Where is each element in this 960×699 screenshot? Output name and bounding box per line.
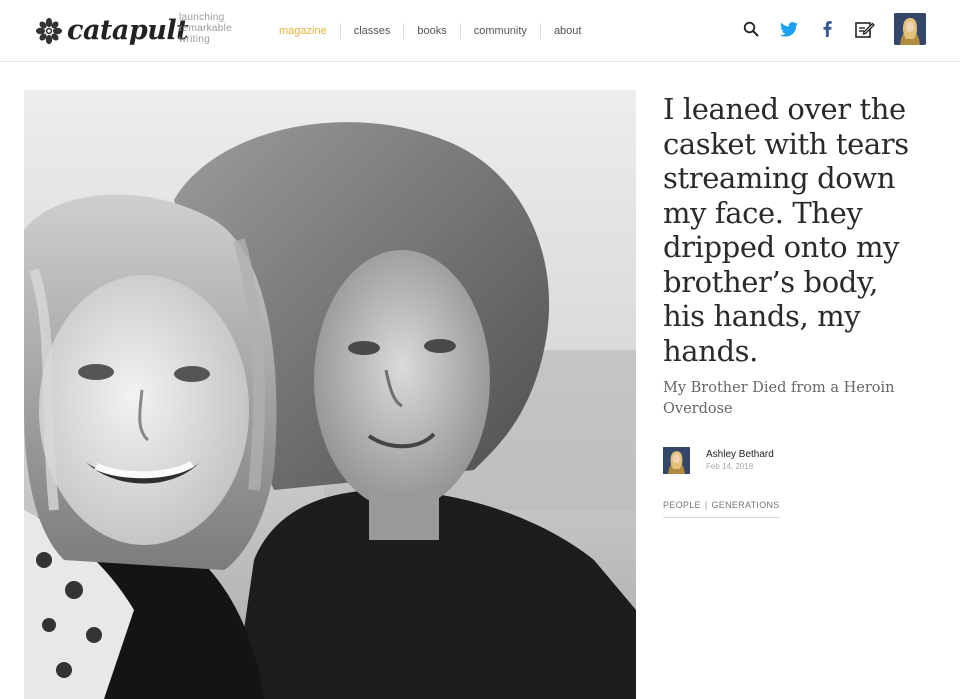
author-avatar[interactable] <box>663 447 690 474</box>
tag-people[interactable]: PEOPLE <box>663 500 701 510</box>
main-nav: magazine classes books community about <box>266 22 594 40</box>
facebook-icon[interactable] <box>810 12 844 46</box>
author-byline: Ashley Bethard Feb 14, 2018 <box>663 447 928 474</box>
nav-item-magazine[interactable]: magazine <box>266 23 341 39</box>
header-actions <box>730 12 926 46</box>
user-avatar[interactable] <box>894 13 926 45</box>
site-logo[interactable]: catapult <box>34 12 189 50</box>
publish-date: Feb 14, 2018 <box>706 462 754 471</box>
tagline-line: launching <box>179 12 225 23</box>
hero-photo-illustration <box>24 90 636 699</box>
nav-item-classes[interactable]: classes <box>341 23 405 39</box>
compose-icon[interactable] <box>848 12 882 46</box>
tag-separator: | <box>704 500 708 510</box>
article-hero-image <box>24 90 636 699</box>
twitter-icon[interactable] <box>772 12 806 46</box>
tagline-line: remarkable <box>179 23 233 34</box>
site-header: catapult launching remarkable writing ma… <box>0 0 960 62</box>
author-name[interactable]: Ashley Bethard <box>706 448 774 461</box>
search-icon[interactable] <box>734 12 768 46</box>
nav-item-books[interactable]: books <box>404 23 461 39</box>
article-subtitle[interactable]: My Brother Died from a Heroin Overdose <box>663 378 913 420</box>
author-meta: Ashley Bethard Feb 14, 2018 <box>706 448 774 473</box>
nav-item-about[interactable]: about <box>541 23 595 39</box>
nav-item-community[interactable]: community <box>461 23 541 39</box>
catapult-logo-icon <box>35 17 63 45</box>
article-headline: I leaned over the casket with tears stre… <box>663 92 909 368</box>
article-summary: I leaned over the casket with tears stre… <box>663 92 928 518</box>
article-tags: PEOPLE | GENERATIONS <box>663 500 780 518</box>
logo-wordmark: catapult <box>67 15 189 46</box>
site-tagline: launching remarkable writing <box>179 12 232 45</box>
tagline-line: writing <box>179 34 210 45</box>
tag-generations[interactable]: GENERATIONS <box>711 500 779 510</box>
